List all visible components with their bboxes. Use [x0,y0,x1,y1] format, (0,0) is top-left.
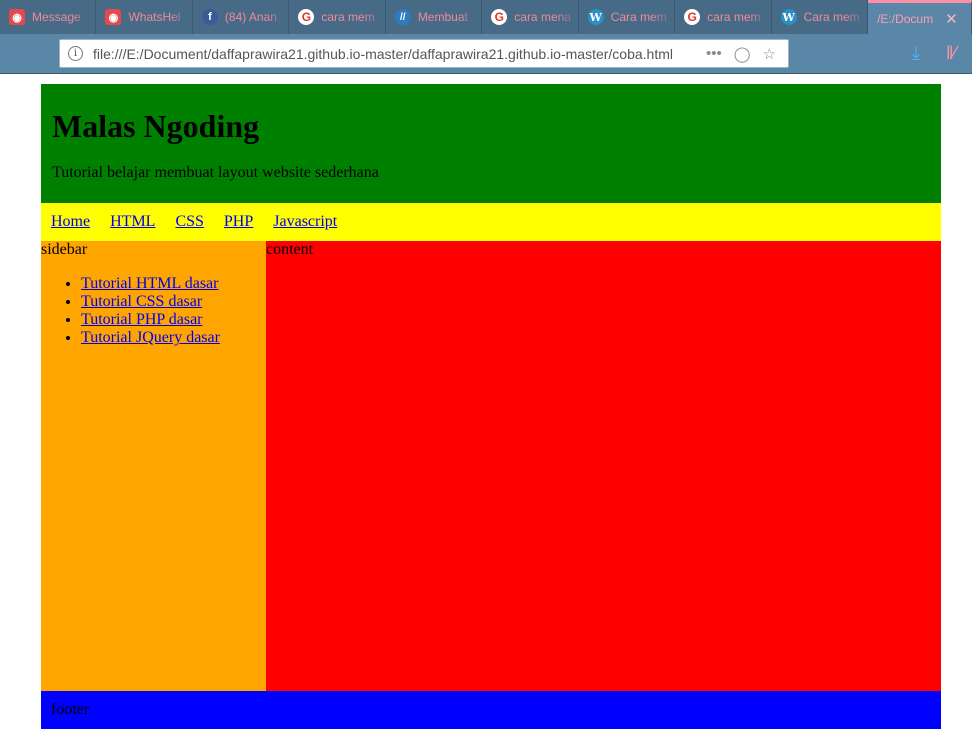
tab-title: cara mem [321,10,375,24]
close-icon[interactable]: ✕ [945,10,958,28]
tab-title: WhatsHel [128,10,181,24]
list-item: Tutorial CSS dasar [81,293,266,311]
wordpress-icon: W [587,9,604,25]
tab-bar: ◉ Message ◉ WhatsHel f (84) Anan G cara … [0,0,972,34]
facebook-icon: f [201,9,218,25]
tab-title: Membuat [417,10,468,24]
tab-title: Message [32,10,81,24]
bookmark-star-icon[interactable]: ☆ [763,45,776,63]
pocket-icon[interactable]: ◯ [734,45,751,63]
browser-tab[interactable]: G cara mem [289,0,386,34]
chat-icon: ◉ [9,9,25,25]
site-title: Malas Ngoding [52,108,260,144]
browser-tab[interactable]: W Cara mem [772,0,869,34]
info-icon[interactable]: i [68,46,83,61]
browser-tab[interactable]: G cara mena [482,0,579,34]
tab-title: cara mena [514,10,571,24]
site-footer: footer [41,691,941,729]
browser-tab[interactable]: // Membuat [386,0,483,34]
menu-link-php[interactable]: PHP [224,213,253,231]
browser-tab[interactable]: ◉ Message [0,0,97,34]
content-label: content [266,241,314,258]
chat-icon: ◉ [105,9,122,25]
list-item: Tutorial JQuery dasar [81,329,266,347]
sidebar-label: sidebar [41,241,88,258]
google-icon: G [491,9,508,25]
sidebar-link-php[interactable]: Tutorial PHP dasar [81,311,203,328]
sidebar-link-list: Tutorial HTML dasar Tutorial CSS dasar T… [41,275,266,347]
site-header: Malas Ngoding Tutorial belajar membuat l… [41,84,941,203]
sidebar: sidebar Tutorial HTML dasar Tutorial CSS… [41,241,266,691]
menu-link-css[interactable]: CSS [175,213,203,231]
tab-title: cara mem [707,10,761,24]
browser-tab-active[interactable]: /E:/Docum ✕ [868,0,972,34]
menu-link-home[interactable]: Home [51,213,90,231]
footer-label: footer [51,701,90,718]
nav-toolbar: i file:///E:/Document/daffaprawira21.git… [0,34,972,74]
sidebar-link-html[interactable]: Tutorial HTML dasar [81,275,218,292]
page-container: Malas Ngoding Tutorial belajar membuat l… [41,84,941,729]
menu-link-javascript[interactable]: Javascript [273,213,337,231]
tab-title: Cara mem [803,10,860,24]
list-item: Tutorial PHP dasar [81,311,266,329]
library-icon[interactable]: ‖⁄ [946,43,956,64]
list-item: Tutorial HTML dasar [81,275,266,293]
main-area: sidebar Tutorial HTML dasar Tutorial CSS… [41,241,941,691]
browser-tab[interactable]: W Cara mem [579,0,676,34]
wordpress-icon: W [780,9,797,25]
tab-title: Cara mem [610,10,667,24]
google-icon: G [298,9,315,25]
code-icon: // [394,9,411,25]
sidebar-link-css[interactable]: Tutorial CSS dasar [81,293,202,310]
sidebar-link-jquery[interactable]: Tutorial JQuery dasar [81,329,220,346]
tab-title: /E:/Docum [877,11,934,26]
browser-tab[interactable]: G cara mem [675,0,772,34]
google-icon: G [684,9,701,25]
content-area: content [266,241,941,691]
browser-tab[interactable]: f (84) Anan [193,0,290,34]
url-text[interactable]: file:///E:/Document/daffaprawira21.githu… [93,46,706,62]
tab-title: (84) Anan [224,10,277,24]
site-tagline: Tutorial belajar membuat layout website … [52,164,379,181]
browser-tab[interactable]: ◉ WhatsHel [96,0,193,34]
main-menu: Home HTML CSS PHP Javascript [41,203,941,241]
menu-link-html[interactable]: HTML [110,213,155,231]
more-actions-icon[interactable]: ••• [706,45,722,62]
url-bar[interactable]: i file:///E:/Document/daffaprawira21.git… [59,39,789,68]
download-icon[interactable]: ⤓ [912,43,920,64]
